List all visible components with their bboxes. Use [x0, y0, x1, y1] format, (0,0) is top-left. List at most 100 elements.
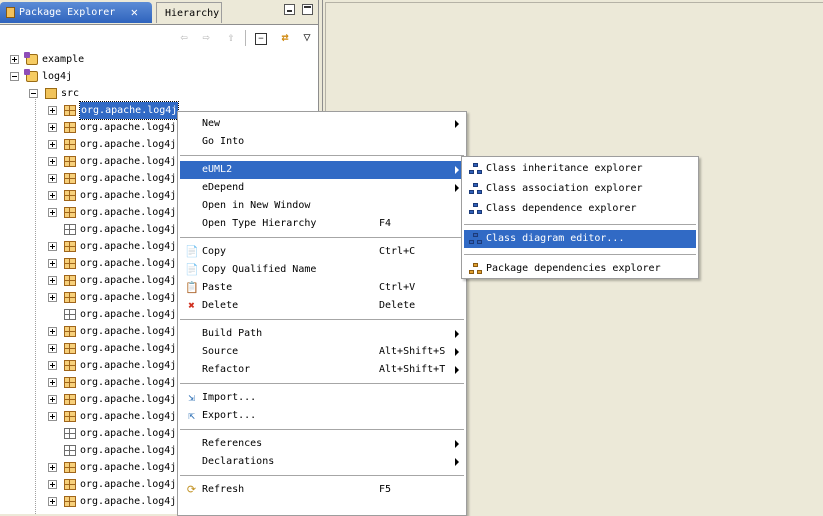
- tree-item-label: example: [42, 54, 85, 65]
- forward-arrow-icon[interactable]: ⇨: [199, 31, 213, 44]
- tree-expander-icon[interactable]: [48, 463, 57, 472]
- menu-item-import[interactable]: ⇲ Import...: [180, 389, 464, 407]
- menu-item-accelerator: Ctrl+C: [379, 246, 416, 257]
- tree-expander-icon[interactable]: [48, 259, 57, 268]
- menu-item-edepend[interactable]: eDepend: [180, 179, 464, 197]
- tree-expander-icon[interactable]: [48, 276, 57, 285]
- submenu-item-package-dependencies-explorer[interactable]: Package dependencies explorer: [464, 260, 696, 278]
- menu-item-accelerator: Delete: [379, 300, 416, 311]
- tree-item-label: org.apache.log4j: [78, 101, 180, 120]
- tree-expander-icon[interactable]: [48, 208, 57, 217]
- submenu-item-class-dependence-explorer[interactable]: Class dependence explorer: [464, 200, 696, 218]
- tree-item-label: org.apache.log4j: [80, 309, 177, 320]
- submenu-arrow-icon: [455, 120, 459, 128]
- tree-project-row[interactable]: log4j: [0, 68, 318, 85]
- tree-expander-icon[interactable]: [48, 480, 57, 489]
- tree-expander-icon[interactable]: [29, 89, 38, 98]
- tree-expander-icon[interactable]: [48, 174, 57, 183]
- menu-item-copy[interactable]: 📄 Copy Ctrl+C: [180, 243, 464, 261]
- menu-item-go-into[interactable]: Go Into: [180, 133, 464, 151]
- menu-item-refactor[interactable]: Refactor Alt+Shift+T: [180, 361, 464, 379]
- submenu-arrow-icon: [455, 458, 459, 466]
- export-icon: ⇱: [188, 409, 195, 422]
- submenu-item-class-diagram-editor[interactable]: Class diagram editor...: [464, 230, 696, 248]
- menu-item-copy-qualified-name[interactable]: 📄 Copy Qualified Name: [180, 261, 464, 279]
- tree-item-label: org.apache.log4j: [80, 156, 177, 167]
- package-icon: [64, 139, 76, 150]
- submenu-item-class-inheritance-explorer[interactable]: Class inheritance explorer: [464, 160, 696, 178]
- menu-item-euml2[interactable]: eUML2: [180, 161, 464, 179]
- maximize-icon[interactable]: [302, 4, 313, 15]
- tree-project-row[interactable]: example: [0, 51, 318, 68]
- uml-box-shape: [469, 270, 474, 274]
- tree-expander-icon[interactable]: [48, 242, 57, 251]
- context-menu: New Go Into eUML2 eDepend Open in New Window…: [177, 111, 467, 516]
- tree-item-label: org.apache.log4j: [80, 360, 177, 371]
- menu-separator: [180, 429, 464, 430]
- tree-expander-icon[interactable]: [48, 191, 57, 200]
- menu-item-open-type-hierarchy[interactable]: Open Type Hierarchy F4: [180, 215, 464, 233]
- tree-expander-icon[interactable]: [48, 327, 57, 336]
- tree-expander-icon[interactable]: [48, 344, 57, 353]
- uml-box-shape: [473, 233, 478, 237]
- package-icon: [64, 258, 76, 269]
- package-icon: [64, 275, 76, 286]
- menu-item-declarations[interactable]: Declarations: [180, 453, 464, 471]
- tree-item-label: org.apache.log4j: [80, 394, 177, 405]
- menu-item-paste[interactable]: 📋 Paste Ctrl+V: [180, 279, 464, 297]
- package-icon: [64, 224, 76, 235]
- menu-separator: [180, 475, 464, 476]
- tree-expander-icon[interactable]: [48, 293, 57, 302]
- tree-expander-icon[interactable]: [48, 123, 57, 132]
- up-icon[interactable]: ⇧: [224, 31, 238, 44]
- close-icon[interactable]: ✕: [131, 2, 138, 23]
- package-icon: [64, 156, 76, 167]
- tree-expander-icon[interactable]: [48, 395, 57, 404]
- menu-separator: [180, 383, 464, 384]
- package-icon: [64, 377, 76, 388]
- tree-expander-icon[interactable]: [10, 72, 19, 81]
- menu-item-export[interactable]: ⇱ Export...: [180, 407, 464, 425]
- tab-hierarchy[interactable]: Hierarchy: [156, 2, 222, 23]
- tree-item-label: org.apache.log4j: [80, 411, 177, 422]
- submenu-item-class-association-explorer[interactable]: Class association explorer: [464, 180, 696, 198]
- package-icon: [64, 190, 76, 201]
- menu-item-label: Import...: [202, 392, 257, 403]
- tree-item-label: org.apache.log4j: [80, 496, 177, 507]
- uml-box-shape: [473, 203, 478, 207]
- package-icon: [64, 360, 76, 371]
- package-icon: [64, 241, 76, 252]
- tree-expander-icon[interactable]: [48, 140, 57, 149]
- tree-expander-icon[interactable]: [48, 106, 57, 115]
- tree-source-folder-row[interactable]: src: [0, 85, 318, 102]
- tree-expander-icon[interactable]: [48, 497, 57, 506]
- link-with-editor-icon[interactable]: ⇄: [278, 31, 292, 44]
- tab-package-explorer[interactable]: Package Explorer ✕: [0, 2, 152, 23]
- tree-expander-icon[interactable]: [48, 412, 57, 421]
- menu-item-new[interactable]: New: [180, 115, 464, 133]
- menu-item-label: eDepend: [202, 182, 245, 193]
- tree-item-label: org.apache.log4j: [80, 275, 177, 286]
- copy-qualified-name-icon: 📄: [185, 263, 199, 276]
- menu-item-build-path[interactable]: Build Path: [180, 325, 464, 343]
- package-icon: [64, 479, 76, 490]
- menu-item-source[interactable]: Source Alt+Shift+S: [180, 343, 464, 361]
- package-icon: [64, 173, 76, 184]
- view-menu-icon[interactable]: ▽: [300, 31, 314, 44]
- tree-expander-icon[interactable]: [48, 378, 57, 387]
- menu-item-refresh[interactable]: ⟳ Refresh F5: [180, 481, 464, 499]
- menu-item-open-in-new-window[interactable]: Open in New Window: [180, 197, 464, 215]
- package-icon: [64, 207, 76, 218]
- menu-item-delete[interactable]: ✖ Delete Delete: [180, 297, 464, 315]
- collapse-all-icon[interactable]: −: [255, 33, 267, 45]
- menu-item-label: Export...: [202, 410, 257, 421]
- menu-item-label: eUML2: [202, 164, 233, 175]
- tree-expander-icon[interactable]: [48, 361, 57, 370]
- minimize-icon[interactable]: [284, 4, 295, 15]
- menu-item-references[interactable]: References: [180, 435, 464, 453]
- back-arrow-icon[interactable]: ⇦: [177, 31, 191, 44]
- tree-expander-icon[interactable]: [48, 157, 57, 166]
- uml-box-shape: [477, 270, 482, 274]
- tree-expander-icon[interactable]: [10, 55, 19, 64]
- uml-box-shape: [477, 170, 482, 174]
